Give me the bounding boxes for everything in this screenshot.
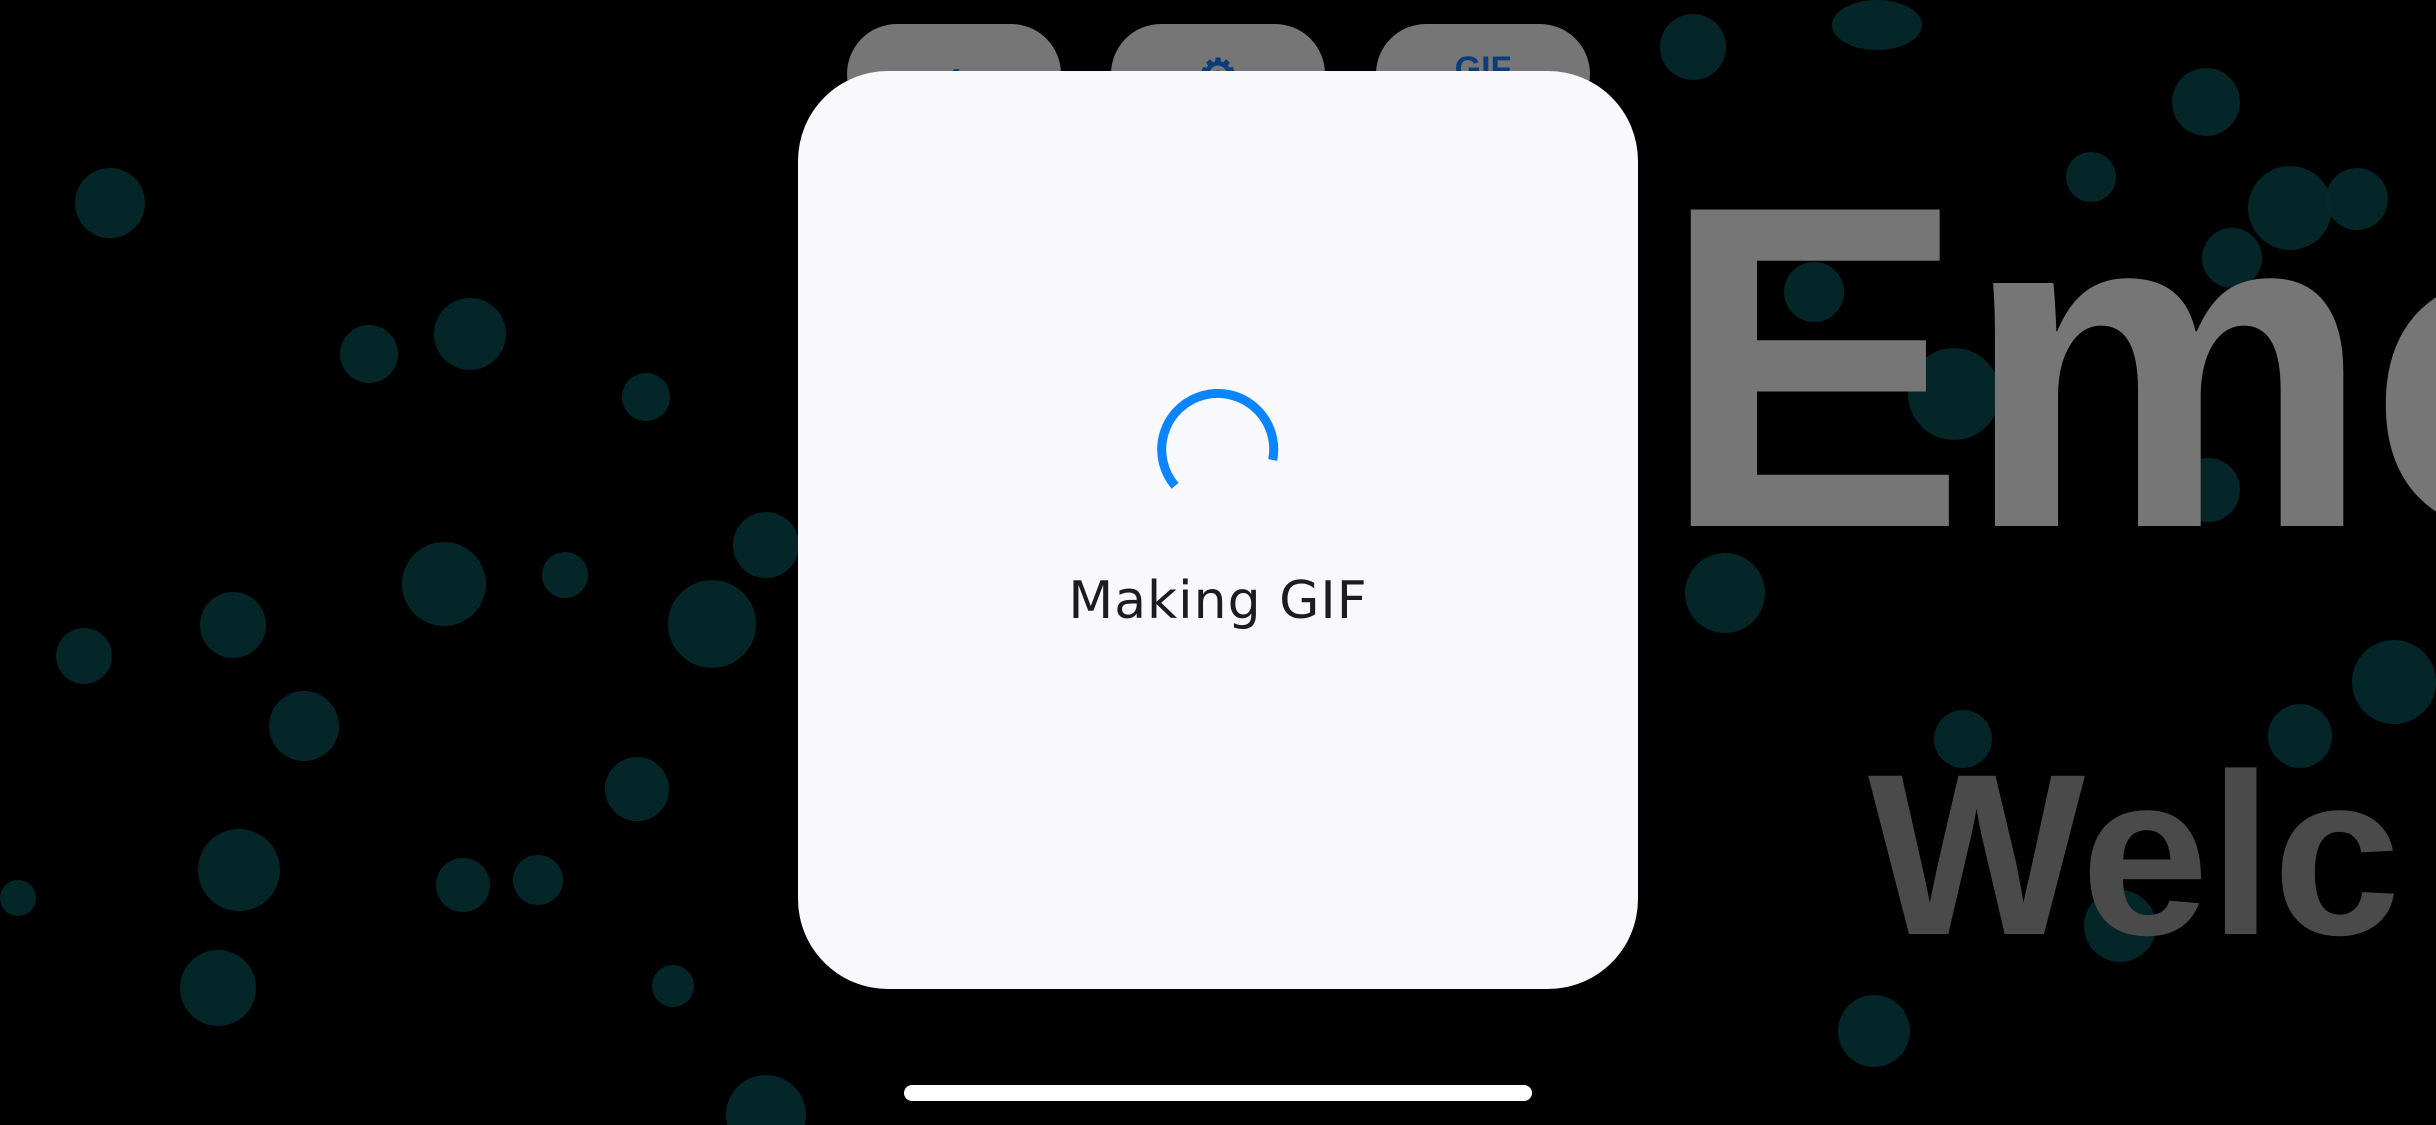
bubble [726,1075,806,1125]
bubble [1838,995,1910,1067]
background-title: Emo [1660,111,2436,624]
bubble [652,965,694,1007]
bubble [542,552,588,598]
bubble [402,542,486,626]
bubble [200,592,266,658]
bubble [1660,14,1726,80]
bubble [269,691,339,761]
bubble [1832,0,1922,50]
bubble [340,325,398,383]
bubble [605,757,669,821]
bubble [434,298,506,370]
bubble [0,880,36,916]
home-indicator[interactable] [904,1085,1532,1101]
bubble [180,950,256,1026]
bubble [733,512,799,578]
bubble [56,628,112,684]
app-screen: Emo Welc ‹ ⚙ GIF Making GIF [0,0,2436,1125]
progress-hud: Making GIF [798,71,1638,989]
bubble [622,373,670,421]
bubble [668,580,756,668]
bubble [436,858,490,912]
activity-spinner-icon [1157,389,1279,489]
progress-label: Making GIF [1068,571,1368,631]
bubble [513,855,563,905]
bubble [198,829,280,911]
bubble [75,168,145,238]
bubble [2352,640,2436,724]
background-subtitle: Welc [1868,726,2401,983]
